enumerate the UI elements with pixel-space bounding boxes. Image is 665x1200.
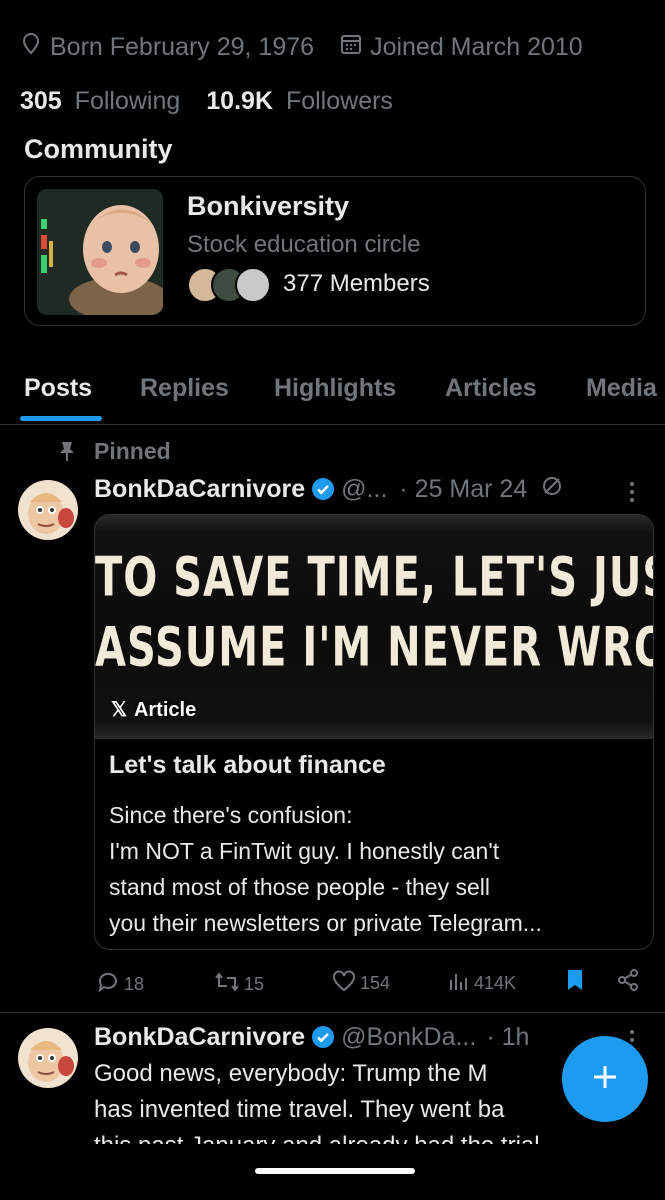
- followers-label: Followers: [285, 86, 393, 115]
- reply-count: 18: [124, 974, 145, 994]
- post-text-line: this past January and already had the tr…: [94, 1128, 650, 1144]
- tab-replies[interactable]: Replies: [140, 374, 229, 403]
- sign-text-line2: ASSUME I'M NEVER WRONG.: [95, 616, 653, 680]
- community-card[interactable]: Bonkiversity Stock education circle 377 …: [24, 176, 646, 326]
- community-section-title: Community: [24, 134, 173, 164]
- tab-highlights[interactable]: Highlights: [274, 374, 396, 403]
- compose-post-button[interactable]: [562, 1036, 648, 1122]
- follow-stats: 305 Following 10.9K Followers: [20, 84, 393, 118]
- like-button[interactable]: 154: [332, 970, 390, 997]
- author-name[interactable]: BonkDaCarnivore: [94, 1023, 305, 1052]
- article-card[interactable]: TO SAVE TIME, LET'S JUST ASSUME I'M NEVE…: [94, 514, 654, 950]
- edited-icon: [541, 475, 563, 504]
- post-time[interactable]: · 1h: [486, 1023, 529, 1052]
- article-title: Let's talk about finance: [109, 751, 386, 779]
- repost-count: 15: [244, 974, 265, 994]
- heart-icon: [332, 970, 356, 997]
- bookmark-icon[interactable]: [566, 968, 584, 992]
- x-logo-icon: 𝕏: [111, 699, 128, 721]
- followers-link[interactable]: 10.9K Followers: [206, 87, 393, 116]
- community-description: Stock education circle: [187, 231, 421, 258]
- author-handle[interactable]: @BonkDa...: [341, 1023, 476, 1052]
- joined-date: Joined March 2010: [370, 32, 583, 61]
- tab-articles[interactable]: Articles: [445, 374, 537, 403]
- pin-icon: [58, 440, 76, 467]
- post-actions: 18 15 154 414K: [96, 966, 652, 1002]
- views-chart-icon: [448, 970, 470, 997]
- repost-icon: [214, 970, 240, 999]
- profile-tabs: Posts Replies Highlights Articles Media: [0, 360, 665, 425]
- like-count: 154: [360, 973, 391, 993]
- followers-count: 10.9K: [206, 86, 273, 115]
- article-badge: 𝕏 Article: [111, 697, 196, 722]
- pinned-post-header: BonkDaCarnivore @... · 25 Mar 24: [94, 474, 563, 504]
- verified-badge-icon: [311, 1025, 335, 1049]
- following-link[interactable]: 305 Following: [20, 87, 180, 116]
- active-tab-indicator: [20, 416, 102, 421]
- article-badge-label: Article: [133, 699, 197, 721]
- post-time[interactable]: · 25 Mar 24: [399, 475, 527, 504]
- following-label: Following: [74, 86, 181, 115]
- avatar[interactable]: [18, 480, 78, 540]
- pinned-label: Pinned: [94, 438, 171, 464]
- share-icon[interactable]: [616, 968, 640, 992]
- article-snippet-line: Since there's confusion:: [109, 802, 353, 828]
- reply-button[interactable]: 18: [96, 970, 144, 999]
- more-options-icon[interactable]: [628, 480, 636, 509]
- sign-text-line1: TO SAVE TIME, LET'S JUST: [95, 546, 654, 610]
- repost-button[interactable]: 15: [214, 970, 264, 999]
- community-member-count: 377 Members: [283, 270, 430, 297]
- member-avatars: [187, 267, 273, 303]
- views-count: 414K: [474, 973, 517, 993]
- verified-badge-icon: [311, 477, 335, 501]
- article-cover-image: TO SAVE TIME, LET'S JUST ASSUME I'M NEVE…: [95, 515, 654, 739]
- post-header: BonkDaCarnivore @BonkDa... · 1h: [94, 1022, 529, 1052]
- community-members: 377 Members: [187, 267, 430, 303]
- following-count: 305: [20, 86, 62, 115]
- plus-icon: [590, 1062, 620, 1097]
- article-snippet-line: I'm NOT a FinTwit guy. I honestly can't: [109, 838, 500, 864]
- author-handle[interactable]: @...: [341, 475, 387, 504]
- profile-meta-row: Born February 29, 1976 Joined March 2010: [20, 30, 583, 64]
- post-divider: [0, 1012, 665, 1013]
- article-snippet: Since there's confusion: I'm NOT a FinTw…: [109, 797, 649, 941]
- avatar[interactable]: [18, 1028, 78, 1088]
- article-snippet-line: stand most of those people - they sell: [109, 874, 490, 900]
- tab-posts[interactable]: Posts: [24, 374, 92, 403]
- community-banner-image: [37, 189, 163, 315]
- author-name[interactable]: BonkDaCarnivore: [94, 475, 305, 504]
- article-snippet-line: you their newsletters or private Telegra…: [109, 910, 542, 936]
- location-pin-icon: [20, 32, 42, 63]
- community-name: Bonkiversity: [187, 191, 350, 221]
- tab-media[interactable]: Media: [586, 374, 657, 403]
- born-date: Born February 29, 1976: [50, 32, 315, 61]
- member-avatar: [235, 267, 271, 303]
- views-button[interactable]: 414K: [448, 970, 516, 997]
- calendar-icon: [340, 33, 362, 62]
- home-indicator[interactable]: [255, 1168, 415, 1174]
- reply-icon: [96, 970, 120, 999]
